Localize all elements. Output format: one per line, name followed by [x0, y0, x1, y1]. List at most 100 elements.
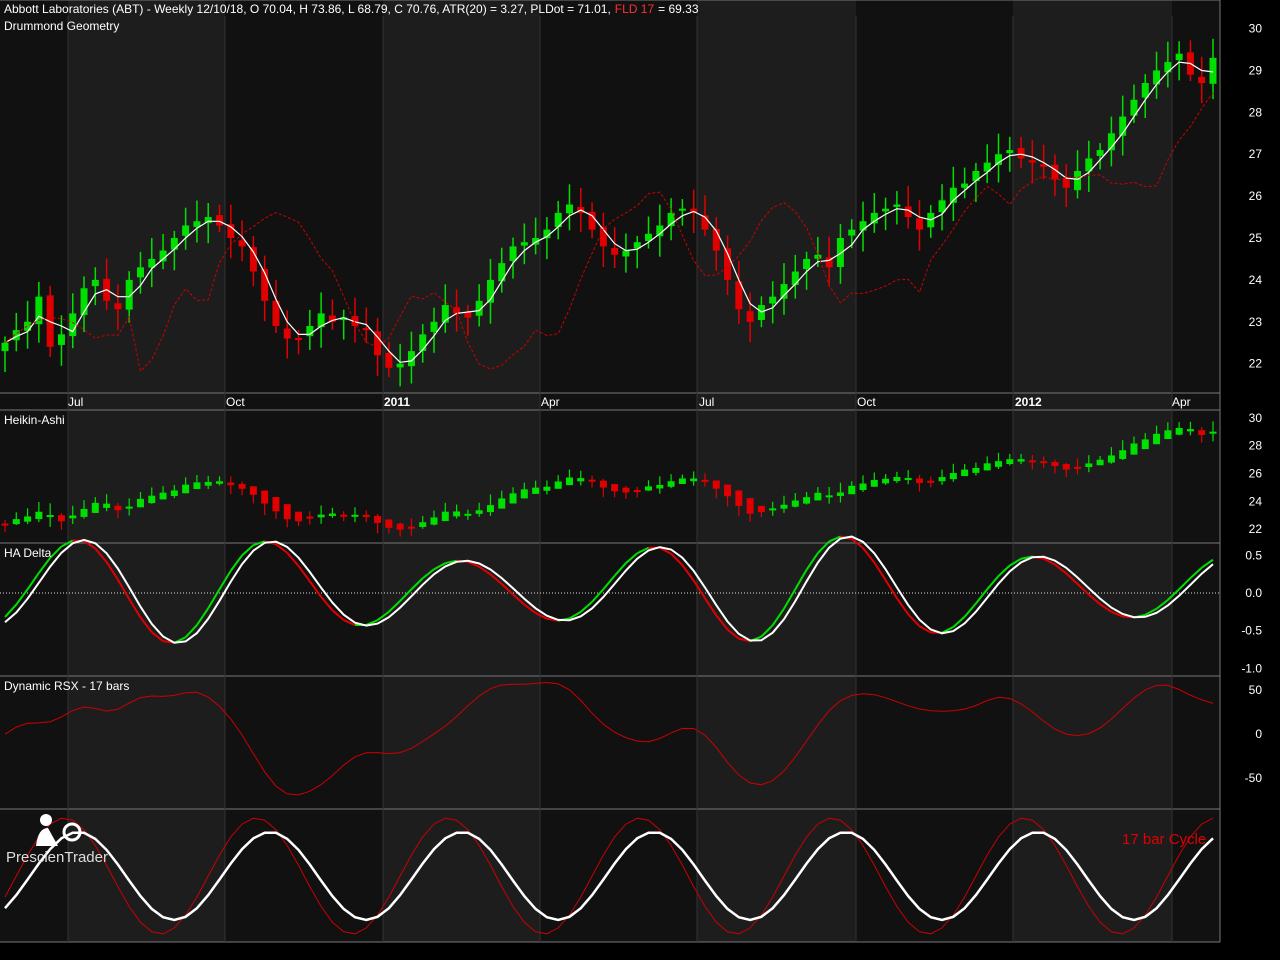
ha-candle-body — [1153, 433, 1161, 445]
y-tick-label: 50 — [1249, 683, 1263, 697]
ha-candle-body — [328, 513, 336, 516]
ha-candle-body — [870, 479, 878, 487]
ha-candle-body — [407, 526, 415, 529]
x-tick-label: Apr — [1172, 395, 1191, 409]
ha-candle-body — [1096, 459, 1104, 466]
ha-candle-body — [803, 497, 811, 504]
price-candle-body — [1209, 57, 1217, 84]
ha-candle-body — [1141, 439, 1149, 450]
ha-candle-body — [306, 516, 314, 519]
ha-candle-body — [611, 484, 619, 492]
ha-candle-body — [193, 482, 201, 489]
ha-candle-body — [103, 503, 111, 508]
price-candle-body — [622, 250, 630, 257]
ha-candle-body — [893, 477, 901, 482]
price-candle-body — [882, 208, 890, 212]
price-candle-body — [453, 307, 461, 314]
y-tick-label: 0.5 — [1245, 548, 1262, 562]
x-tick-label: Apr — [541, 395, 560, 409]
price-candle-body — [91, 279, 99, 287]
ha-candle-body — [114, 505, 122, 511]
ha-candle-body — [351, 514, 359, 517]
ha-candle-body — [814, 492, 822, 501]
y-tick-label: 23 — [1249, 315, 1263, 329]
ha-candle-body — [791, 500, 799, 507]
ha-candle-body — [283, 504, 291, 520]
ha-candle-body — [543, 486, 551, 491]
price-candle-body — [69, 313, 77, 337]
ha-candle-body — [1186, 429, 1194, 432]
price-candle-body — [780, 284, 788, 299]
ha-candle-body — [91, 502, 99, 513]
y-tick-label: 27 — [1249, 147, 1263, 161]
ha-candle-body — [927, 480, 935, 483]
price-candle-body — [170, 238, 178, 250]
price-candle-body — [656, 225, 664, 237]
ha-candle-body — [520, 489, 528, 499]
ha-candle-body — [464, 513, 472, 516]
ha-candle-body — [825, 495, 833, 498]
y-tick-label: 22 — [1249, 522, 1263, 536]
ha-candle-body — [441, 511, 449, 522]
x-tick-label: 2011 — [384, 395, 410, 409]
y-tick-label: 30 — [1249, 22, 1263, 36]
price-candle-body — [678, 208, 686, 211]
y-tick-label: -0.5 — [1241, 624, 1262, 638]
background-band — [1172, 0, 1220, 942]
ha-candle-body — [757, 505, 765, 513]
panel-title-heikin-ashi: Heikin-Ashi — [4, 413, 65, 427]
ha-candle-body — [430, 517, 438, 525]
ha-candle-body — [656, 485, 664, 489]
ha-candle-body — [1130, 443, 1138, 455]
ha-candle-body — [588, 479, 596, 482]
ha-candle-body — [46, 515, 54, 518]
price-candle-body — [803, 258, 811, 270]
ha-candle-body — [12, 519, 20, 525]
y-tick-label: 24 — [1249, 273, 1263, 287]
price-candle-body — [216, 215, 224, 226]
x-tick-label: Oct — [226, 395, 245, 409]
price-candle-body — [611, 247, 619, 255]
ha-candle-body — [317, 514, 325, 518]
ha-candle-body — [1017, 459, 1025, 462]
x-tick-label: Jul — [699, 395, 714, 409]
price-candle-body — [1028, 160, 1036, 163]
ha-candle-body — [498, 498, 506, 509]
ha-candle-body — [565, 477, 573, 486]
ha-candle-body — [80, 508, 88, 517]
background-band — [540, 0, 697, 942]
price-candle-body — [238, 240, 246, 247]
background-band — [856, 0, 1013, 942]
ha-candle-body — [983, 463, 991, 471]
ha-candle-body — [204, 481, 212, 486]
price-candle-body — [385, 352, 393, 368]
price-candle-body — [114, 303, 122, 310]
y-tick-label: 25 — [1249, 231, 1263, 245]
ha-candle-body — [904, 477, 912, 480]
ha-candle-body — [972, 467, 980, 473]
panel-title-drummond: Drummond Geometry — [4, 19, 119, 33]
background-band — [383, 0, 540, 942]
price-candle-body — [498, 263, 506, 282]
ha-candle-body — [961, 469, 969, 477]
ha-candle-body — [453, 511, 461, 517]
price-candle-body — [520, 242, 528, 246]
ha-candle-body — [340, 514, 348, 517]
ha-candle-body — [1085, 463, 1093, 468]
ha-candle-body — [509, 493, 517, 504]
ha-candle-body — [125, 506, 133, 509]
ha-candle-body — [182, 484, 190, 494]
price-candle-body — [814, 254, 822, 259]
ha-candle-body — [690, 478, 698, 482]
ha-candle-body — [667, 481, 675, 487]
background-band — [68, 0, 225, 942]
ha-candle-body — [1164, 430, 1172, 440]
ha-candle-body — [554, 481, 562, 489]
price-candle-body — [565, 204, 573, 214]
ha-candle-body — [577, 478, 585, 482]
y-tick-label: 26 — [1249, 467, 1263, 481]
y-tick-label: 24 — [1249, 494, 1263, 508]
ha-candle-body — [724, 484, 732, 497]
ha-candle-body — [249, 486, 257, 495]
y-tick-label: 26 — [1249, 189, 1263, 203]
